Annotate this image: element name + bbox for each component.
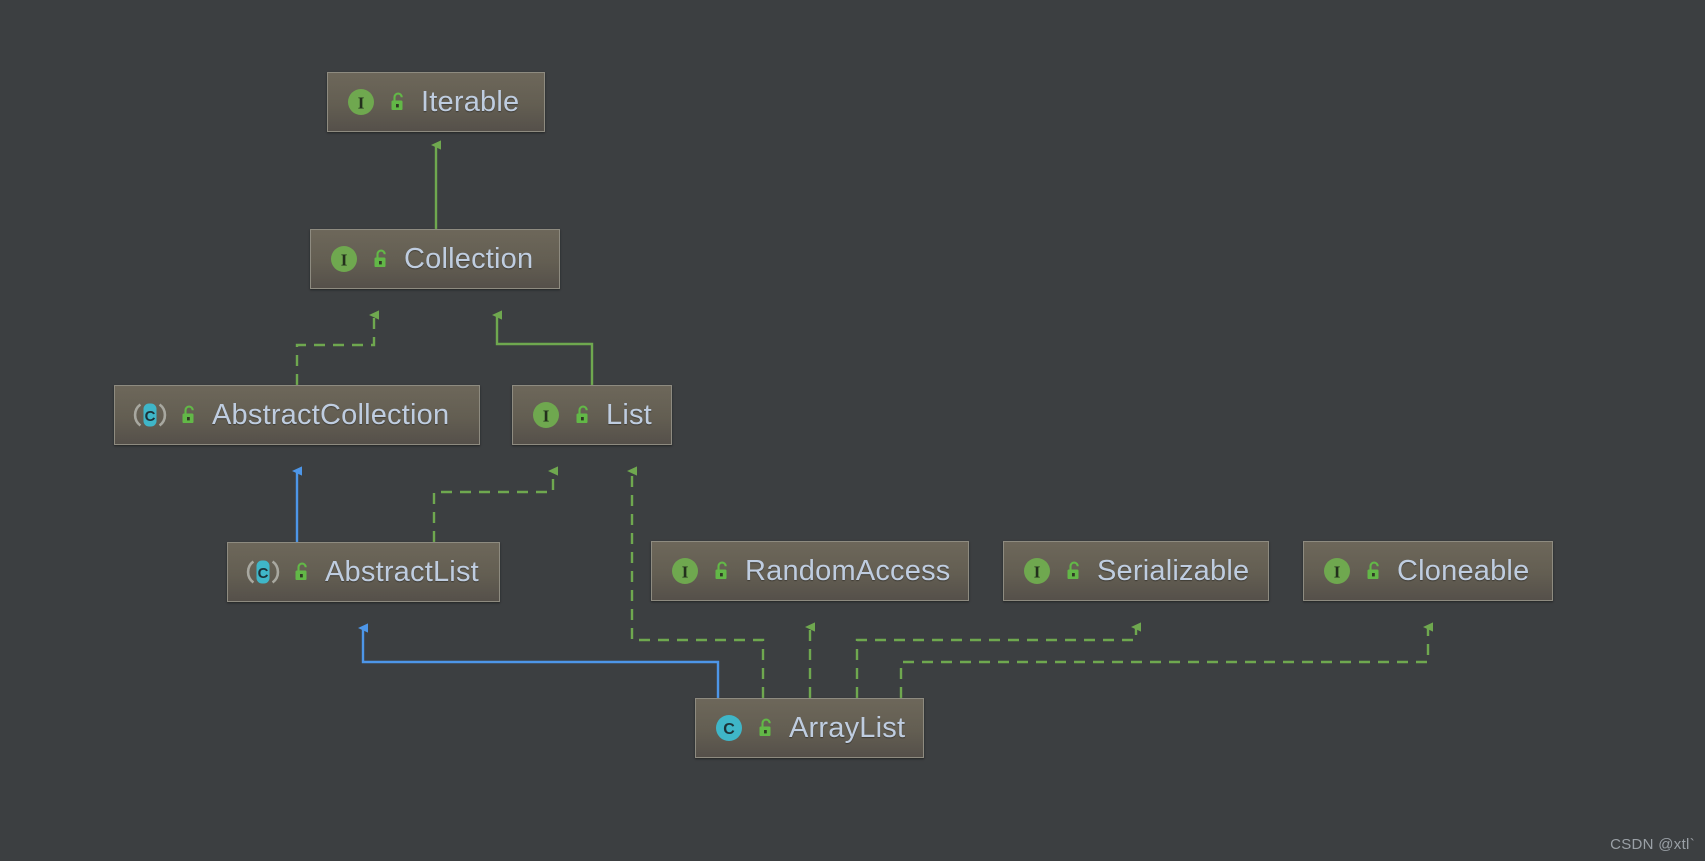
public-unlocked-icon — [715, 561, 727, 579]
interface-icon: I — [533, 402, 559, 428]
public-unlocked-icon — [1367, 561, 1379, 579]
public-unlocked-icon — [576, 405, 588, 423]
svg-text:I: I — [1034, 563, 1041, 582]
svg-text:I: I — [358, 94, 365, 113]
abstract-class-icon: C — [133, 403, 167, 427]
node-abstractcollection[interactable]: C AbstractCollection — [114, 385, 480, 445]
interface-icon: I — [672, 558, 698, 584]
diagram-canvas[interactable]: I Iterable I Collection C AbstractCollec… — [0, 0, 1705, 861]
node-serializable[interactable]: I Serializable — [1003, 541, 1269, 601]
public-unlocked-icon — [374, 249, 386, 267]
node-collection[interactable]: I Collection — [310, 229, 560, 289]
node-label: List — [606, 398, 652, 431]
public-unlocked-icon — [295, 562, 307, 580]
node-label: Serializable — [1097, 554, 1250, 587]
class-icon: C — [716, 715, 742, 741]
edge-abstractlist-to-list — [432, 466, 558, 542]
edge-abstractcollection-to-collection — [295, 310, 379, 385]
node-arraylist[interactable]: C ArrayList — [695, 698, 924, 758]
interface-icon: I — [348, 89, 374, 115]
svg-text:I: I — [543, 407, 550, 426]
public-unlocked-icon — [759, 718, 771, 736]
node-label: ArrayList — [789, 711, 906, 744]
node-label: Collection — [404, 242, 534, 275]
svg-text:I: I — [341, 251, 348, 270]
node-abstractlist[interactable]: C AbstractList — [227, 542, 500, 602]
svg-text:I: I — [1334, 563, 1341, 582]
public-unlocked-icon — [1067, 561, 1079, 579]
interface-icon: I — [1324, 558, 1350, 584]
edge-arraylist-to-cloneable — [899, 622, 1433, 698]
node-label: RandomAccess — [745, 554, 951, 587]
svg-text:C: C — [145, 408, 156, 425]
svg-text:I: I — [682, 563, 689, 582]
interface-icon: I — [331, 246, 357, 272]
node-randomaccess[interactable]: I RandomAccess — [651, 541, 969, 601]
node-cloneable[interactable]: I Cloneable — [1303, 541, 1553, 601]
public-unlocked-icon — [182, 405, 194, 423]
node-iterable[interactable]: I Iterable — [327, 72, 545, 132]
edge-arraylist-to-serializable — [855, 622, 1141, 698]
watermark: CSDN @xtl` — [1610, 836, 1695, 853]
interface-icon: I — [1024, 558, 1050, 584]
edge-arraylist-to-abstractlist — [358, 623, 720, 698]
node-label: Iterable — [421, 85, 520, 118]
node-label: AbstractList — [325, 555, 479, 588]
public-unlocked-icon — [391, 92, 403, 110]
node-label: AbstractCollection — [212, 398, 450, 431]
node-label: Cloneable — [1397, 554, 1530, 587]
abstract-class-icon: C — [246, 560, 280, 584]
node-list[interactable]: I List — [512, 385, 672, 445]
svg-text:C: C — [723, 721, 735, 738]
edge-list-to-collection — [492, 310, 594, 385]
svg-text:C: C — [258, 565, 269, 582]
